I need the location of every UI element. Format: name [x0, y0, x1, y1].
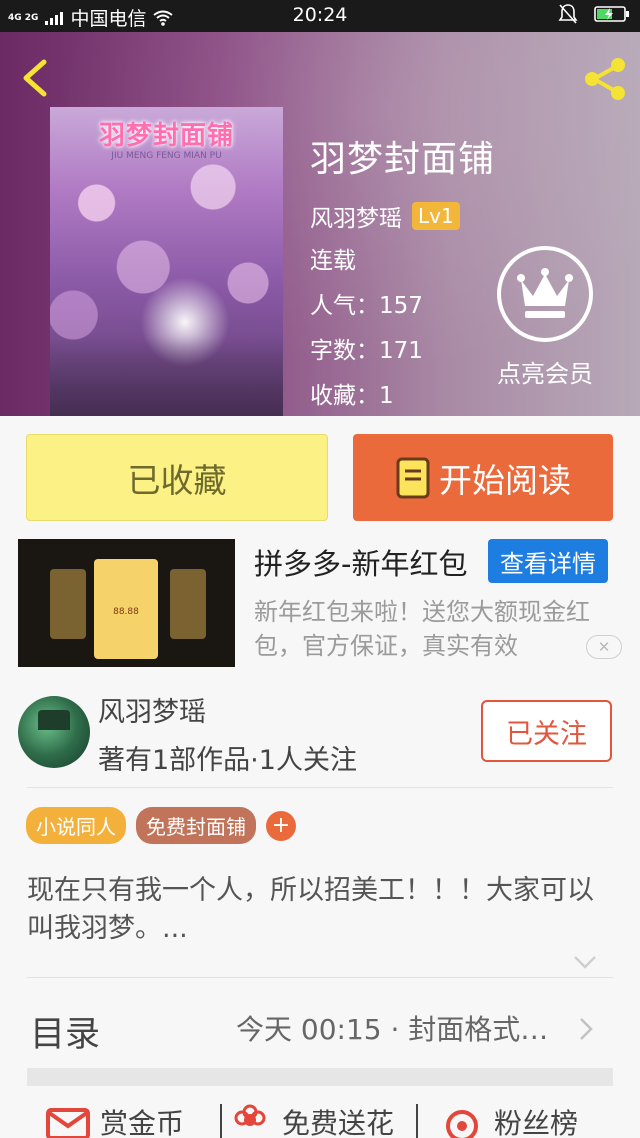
book-detail-screen: 4G 2G 中国电信 20:24 羽梦封面铺 JIU MENG FENG MIA…	[0, 0, 640, 1138]
flower-icon	[234, 1104, 266, 1126]
send-flower-button[interactable]: 免费送花	[228, 1102, 394, 1138]
fan-ranking-button[interactable]: 粉丝榜	[440, 1102, 578, 1138]
ad-image-card: 88.88	[94, 559, 158, 659]
chevron-down-icon[interactable]	[572, 954, 598, 970]
cover-rails	[50, 337, 283, 416]
book-popularity: 人气：157	[310, 293, 423, 319]
ad-image-phone-right	[170, 569, 206, 639]
author-card-summary: 著有1部作品·1人关注	[98, 745, 357, 776]
divider	[416, 1104, 418, 1138]
cover-title-art: 羽梦封面铺	[98, 121, 234, 151]
reward-coins-button[interactable]: 赏金币	[46, 1102, 184, 1138]
ad-details-button[interactable]: 查看详情	[488, 539, 608, 583]
send-flower-label: 免费送花	[282, 1107, 395, 1138]
envelope-icon	[46, 1108, 90, 1138]
toc-label: 目录	[30, 1015, 101, 1055]
status-time: 20:24	[292, 4, 348, 26]
book-status: 连载	[310, 248, 356, 274]
section-separator	[27, 1068, 613, 1086]
table-of-contents-row[interactable]: 目录 今天 00:15 · 封面格式说明	[0, 988, 640, 1068]
divider	[27, 787, 613, 788]
book-info: 羽梦封面铺 风羽梦瑶 Lv1 连载 人气：157 字数：171 收藏：1	[310, 137, 495, 416]
cover-subtitle-art: JIU MENG FENG MIAN PU	[111, 151, 222, 161]
author-name[interactable]: 风羽梦瑶	[310, 199, 402, 233]
divider	[27, 977, 613, 978]
ad-image-phone-left	[50, 569, 86, 639]
start-reading-label: 开始阅读	[439, 460, 571, 500]
ad-close-button[interactable]: ✕	[586, 635, 622, 659]
ad-banner[interactable]: 88.88 拼多多-新年红包 查看详情 新年红包来啦！送您大额现金红包，官方保证…	[18, 539, 622, 667]
chevron-right-icon	[580, 1018, 593, 1040]
fan-ranking-label: 粉丝榜	[494, 1107, 579, 1138]
bell-muted-icon	[558, 4, 578, 24]
tag-item[interactable]: 免费封面铺	[136, 807, 256, 844]
ad-image[interactable]: 88.88	[18, 539, 235, 667]
follow-button[interactable]: 已关注	[481, 700, 612, 762]
close-icon: ✕	[597, 638, 611, 656]
divider	[220, 1104, 222, 1138]
tag-list: 小说同人 免费封面铺 +	[26, 807, 296, 844]
book-description[interactable]: 现在只有我一个人，所以招美工！！！大家可以叫我羽梦。...	[27, 872, 613, 948]
toc-latest-chapter: 今天 00:15 · 封面格式说明	[236, 1013, 576, 1046]
book-header: 羽梦封面铺 JIU MENG FENG MIAN PU 羽梦封面铺 风羽梦瑶 L…	[0, 32, 640, 416]
detail-content: 已收藏 开始阅读 88.88 拼多多-新年红包 查看详情 新年红包来啦！送您大额…	[0, 416, 640, 1138]
author-row: 风羽梦瑶 Lv1	[310, 199, 495, 233]
book-word-count: 字数：171	[310, 338, 423, 364]
start-reading-button[interactable]: 开始阅读	[353, 434, 613, 521]
vip-label: 点亮会员	[497, 360, 593, 388]
status-right	[558, 3, 630, 25]
author-card: 风羽梦瑶 著有1部作品·1人关注 已关注	[0, 686, 640, 786]
battery-icon	[594, 6, 629, 22]
favorite-button[interactable]: 已收藏	[26, 434, 328, 521]
avatar[interactable]	[18, 696, 90, 768]
ad-title[interactable]: 拼多多-新年红包	[254, 541, 474, 583]
crown-icon	[497, 246, 593, 342]
target-icon	[446, 1110, 478, 1138]
bottom-action-bar: 赏金币 免费送花 粉丝榜	[0, 1096, 640, 1138]
book-icon	[396, 457, 430, 498]
status-bar: 4G 2G 中国电信 20:24	[0, 0, 640, 32]
back-button[interactable]	[16, 56, 56, 100]
reward-coins-label: 赏金币	[100, 1107, 185, 1138]
ad-image-amount: 88.88	[113, 607, 139, 617]
chevron-left-icon	[23, 59, 47, 97]
add-tag-button[interactable]: +	[266, 810, 296, 841]
level-badge: Lv1	[412, 202, 460, 230]
book-favorites: 收藏：1	[310, 383, 394, 409]
book-title: 羽梦封面铺	[310, 139, 496, 180]
book-cover[interactable]: 羽梦封面铺 JIU MENG FENG MIAN PU	[50, 107, 283, 416]
ad-description: 新年红包来啦！送您大额现金红包，官方保证，真实有效	[254, 598, 590, 660]
share-button[interactable]	[580, 54, 630, 104]
favorite-label: 已收藏	[127, 460, 227, 500]
vip-button[interactable]: 点亮会员	[490, 244, 600, 389]
author-card-name[interactable]: 风羽梦瑶	[98, 690, 206, 729]
share-icon	[585, 58, 625, 100]
tag-item[interactable]: 小说同人	[26, 807, 126, 844]
